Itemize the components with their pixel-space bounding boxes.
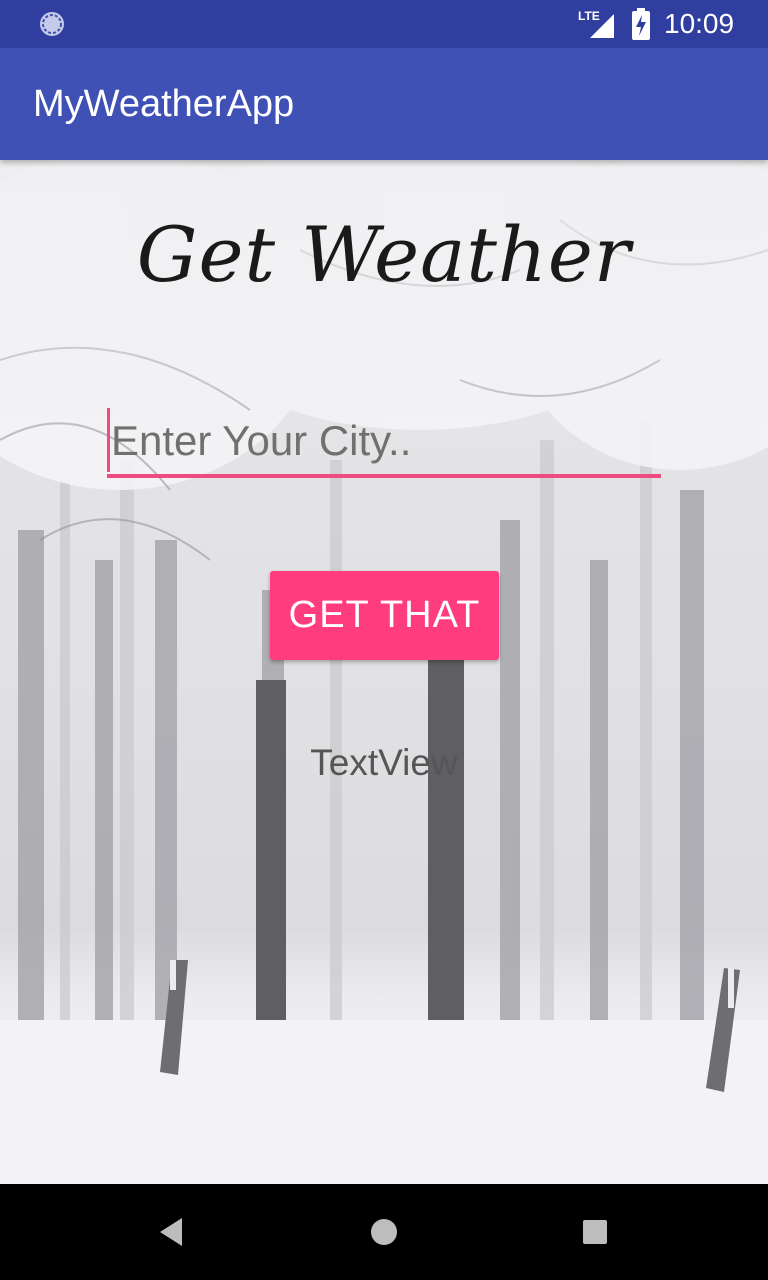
app-title: MyWeatherApp [33,83,295,125]
svg-text:LTE: LTE [578,9,600,23]
page-heading: Get Weather [136,210,632,299]
clock: 10:09 [664,8,735,39]
navigation-bar [0,1184,768,1280]
status-bar: LTE 10:09 [0,0,768,48]
get-weather-button[interactable]: GET THAT [270,571,499,660]
recents-icon[interactable] [575,1212,615,1252]
battery-charging-icon [632,8,650,40]
app-bar: MyWeatherApp [0,48,768,160]
back-icon[interactable] [152,1212,192,1252]
home-icon[interactable] [364,1212,404,1252]
weather-result-text: TextView [310,742,458,783]
city-input[interactable] [107,408,661,478]
snowy-forest-background [0,160,768,1184]
lte-signal-icon: LTE [578,9,614,38]
notification-icon [40,12,64,36]
main-content: Get Weather GET THAT TextView [0,160,768,1184]
text-cursor [107,408,110,472]
